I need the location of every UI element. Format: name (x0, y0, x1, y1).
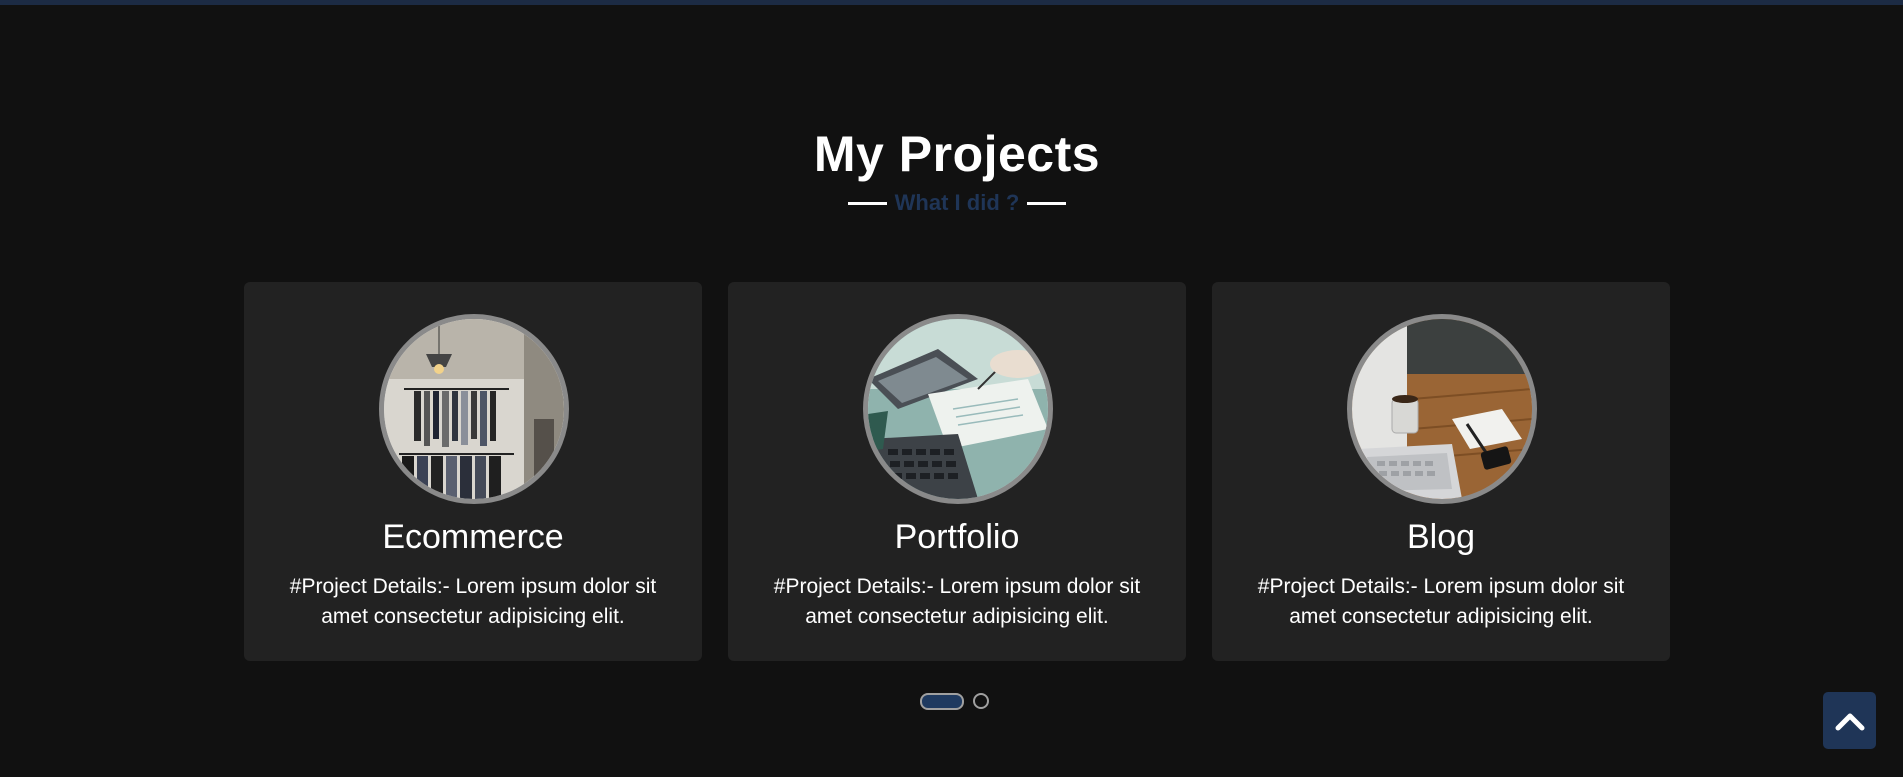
project-description: #Project Details:- Lorem ipsum dolor sit… (773, 575, 1141, 628)
project-title: Portfolio (894, 518, 1020, 556)
clothing-store-photo (379, 314, 569, 504)
project-card-ecommerce[interactable]: Ecommerce #Project Details:- Lorem ipsum… (244, 282, 702, 661)
carousel-dot-2[interactable] (973, 693, 989, 709)
carousel-dot-1-active[interactable] (920, 692, 964, 710)
section-title: My Projects (813, 126, 1101, 182)
projects-carousel: Ecommerce #Project Details:- Lorem ipsum… (244, 282, 1670, 661)
top-accent-strip (0, 0, 1903, 5)
subtitle-line-right (1027, 201, 1067, 205)
project-card-blog[interactable]: Blog #Project Details:- Lorem ipsum dolo… (1212, 282, 1670, 661)
scroll-to-top-button[interactable] (1823, 692, 1876, 749)
project-title: Blog (1406, 518, 1476, 556)
laptop-desk-photo (863, 314, 1053, 504)
project-card-portfolio[interactable]: Portfolio #Project Details:- Lorem ipsum… (728, 282, 1186, 661)
carousel-pagination (920, 692, 989, 710)
project-description: #Project Details:- Lorem ipsum dolor sit… (1257, 575, 1625, 628)
subtitle-text: What I did ? (894, 190, 1020, 215)
workspace-coffee-photo (1347, 314, 1537, 504)
chevron-up-icon (1835, 713, 1864, 730)
project-description: #Project Details:- Lorem ipsum dolor sit… (289, 575, 657, 628)
subtitle-line-left (847, 201, 887, 205)
section-subtitle: What I did ? (0, 189, 1903, 217)
project-title: Ecommerce (382, 518, 564, 556)
